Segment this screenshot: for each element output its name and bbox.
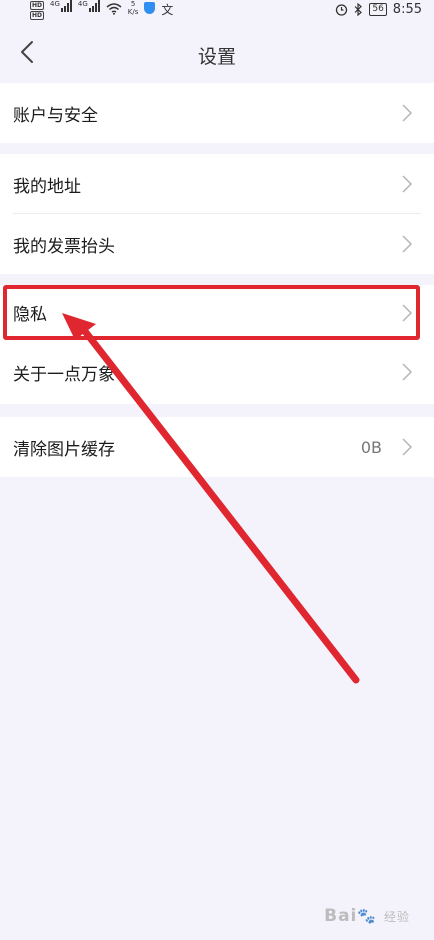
arrow-shaft	[80, 326, 360, 684]
watermark-logo: Bai🐾 经验	[324, 906, 410, 926]
annotation-arrow	[62, 313, 360, 684]
